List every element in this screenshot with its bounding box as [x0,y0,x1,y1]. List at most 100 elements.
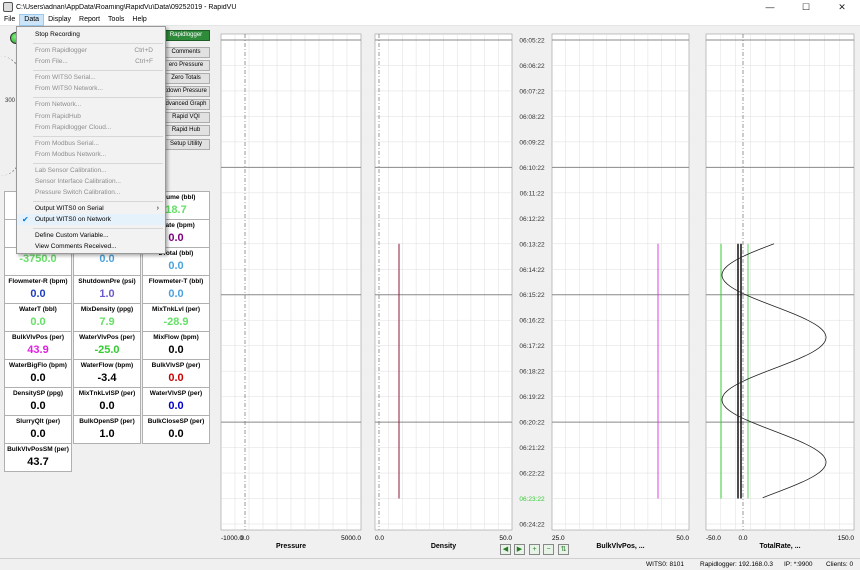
menu-item-sensor-interface-calibration[interactable]: Sensor Interface Calibration... [17,176,165,187]
data-cell-label: SlurryQlt (per) [15,418,61,425]
rapid-hub-button[interactable]: Rapid Hub [162,125,210,136]
data-cell[interactable]: WaterBigFlo (bpm) 0.0 [4,359,72,388]
menu-item-lab-sensor-calibration[interactable]: Lab Sensor Calibration... [17,165,165,176]
menu-item-from-wits0-serial[interactable]: From WITS0 Serial... [17,72,165,83]
pan-right-icon[interactable]: ▶ [514,544,525,555]
data-cell[interactable]: WaterVlvPos (per) -25.0 [73,331,141,360]
minimize-button[interactable]: — [752,0,788,14]
maximize-button[interactable]: ☐ [788,0,824,14]
data-cell[interactable]: MixTnkLvl (per) -28.9 [142,303,210,332]
data-cell-value: 0.0 [168,400,184,412]
advanced-graph-button[interactable]: dvanced Graph [162,99,210,110]
menu-item-label: Stop Recording [35,31,80,38]
time-label: 06:12:22 [519,216,545,223]
menu-item-from-modbus-serial[interactable]: From Modbus Serial... [17,138,165,149]
menu-data[interactable]: Data [19,13,45,26]
data-cell[interactable]: Flowmeter-R (bpm) 0.0 [4,275,72,304]
data-cell[interactable]: WaterFlow (bpm) -3.4 [73,359,141,388]
menu-item-from-rapidhub[interactable]: From RapidHub [17,111,165,122]
menu-display[interactable]: Display [44,14,75,26]
shutdown-pressure-button[interactable]: tdown Pressure [162,86,210,97]
sort-icon[interactable]: ⇅ [558,544,569,555]
data-cell[interactable]: MixTnkLvlSP (per) 0.0 [73,387,141,416]
data-cell[interactable]: BulkVlvPos (per) 43.9 [4,331,72,360]
chart-tracks-svg[interactable]: 06:05:22 06:06:22 06:07:22 06:08:22 06:09:22… [216,26,860,558]
menu-separator [33,43,163,44]
track-name: Density [431,543,456,550]
data-cell-label: WaterT (bbl) [19,306,57,313]
data-cell-value: 0.0 [168,260,184,272]
checkmark-icon: ✔ [22,215,29,224]
menu-file[interactable]: File [0,14,19,26]
data-cell-value: -3750.0 [19,253,57,265]
time-label: 06:21:22 [519,445,545,452]
data-cell-label: MixTnkLvlSP (per) [78,390,136,397]
data-cell[interactable]: SlurryQlt (per) 0.0 [4,415,72,444]
time-label: 06:09:22 [519,139,545,146]
data-cell[interactable]: MixFlow (bpm) 0.0 [142,331,210,360]
comments-button[interactable]: Comments [162,47,210,58]
menu-item-from-network[interactable]: From Network... [17,99,165,110]
zero-pressure-button[interactable]: ero Pressure [162,60,210,71]
menu-item-view-comments[interactable]: View Comments Received... [17,241,165,252]
data-cell-label: BulkVlvPosSM (per) [7,446,69,453]
menu-item-define-custom-variable[interactable]: Define Custom Variable... [17,230,165,241]
status-ip: IP: *:9900 [784,561,813,568]
rapidlogger-button[interactable]: Rapidlogger [162,30,210,41]
menu-item-stop-recording[interactable]: Stop Recording [17,29,165,40]
time-label: 06:11:22 [520,190,545,197]
axis-max-label: 50.0 [499,535,512,542]
pan-left-icon[interactable]: ◀ [500,544,511,555]
zoom-out-icon[interactable]: − [543,544,554,555]
chart-area: 06:05:22 06:06:22 06:07:22 06:08:22 06:09:22… [216,26,860,558]
menu-item-from-file[interactable]: From File... Ctrl+F [17,56,165,67]
zero-totals-button[interactable]: Zero Totals [162,73,210,84]
data-cell-value: 0.0 [30,428,46,440]
data-cell-label: Flowmeter-R (bpm) [8,278,68,285]
menu-item-from-rapidlogger-cloud[interactable]: From Rapidlogger Cloud... [17,122,165,133]
menu-item-output-wits0-serial[interactable]: Output WITS0 on Serial › [17,203,165,214]
data-cell-value: 1.0 [99,428,115,440]
menu-item-output-wits0-network[interactable]: ✔ Output WITS0 on Network [17,214,165,225]
time-label: 06:06:22 [519,63,545,70]
menu-item-label: From WITS0 Network... [35,85,103,92]
time-label: 06:13:22 [519,241,545,248]
menu-item-label: From WITS0 Serial... [35,74,96,81]
data-cell-value: -28.9 [163,316,189,328]
data-cell-value: 0.0 [168,372,184,384]
data-cell[interactable]: WaterT (bbl) 0.0 [4,303,72,332]
data-cell-value: -25.0 [94,344,120,356]
data-cell-value: -3.4 [97,372,117,384]
data-cell[interactable]: BulkOpenSP (per) 1.0 [73,415,141,444]
data-cell[interactable]: WaterVlvSP (per) 0.0 [142,387,210,416]
data-cell[interactable]: MixDensity (ppg) 7.9 [73,303,141,332]
menu-tools[interactable]: Tools [104,14,128,26]
menu-item-label: From Rapidlogger Cloud... [35,124,112,131]
setup-utility-button[interactable]: Setup Utility [162,139,210,150]
data-cell[interactable]: Flowmeter-T (bbl) 0.0 [142,275,210,304]
menu-item-label: Pressure Switch Calibration... [35,189,121,196]
menu-help[interactable]: Help [128,14,150,26]
axis-zero-label: 0.0 [738,535,747,542]
menu-report[interactable]: Report [75,14,104,26]
time-label: 06:14:22 [519,267,545,274]
data-cell[interactable]: BulkVlvPosSM (per) 43.7 [4,443,72,472]
data-cell[interactable]: BulkVlvSP (per) 0.0 [142,359,210,388]
data-cell[interactable]: BulkCloseSP (per) 0.0 [142,415,210,444]
menu-item-label: From File... [35,58,68,65]
menu-item-from-rapidlogger[interactable]: From Rapidlogger Ctrl+D [17,45,165,56]
close-button[interactable]: ✕ [824,0,860,14]
menu-item-from-modbus-network[interactable]: From Modbus Network... [17,149,165,160]
zoom-in-icon[interactable]: + [529,544,540,555]
data-cell-value: 7.9 [99,316,115,328]
data-cell-label: WaterBigFlo (bpm) [9,362,67,369]
menu-item-from-wits0-network[interactable]: From WITS0 Network... [17,83,165,94]
data-cell-value: 0.0 [30,372,46,384]
data-cell[interactable]: ShutdownPre (psi) 1.0 [73,275,141,304]
rapid-vqi-button[interactable]: Rapid VQI [162,112,210,123]
data-cell[interactable]: DensitySP (ppg) 0.0 [4,387,72,416]
menu-item-pressure-switch-calibration[interactable]: Pressure Switch Calibration... [17,187,165,198]
time-label: 06:07:22 [519,88,545,95]
axis-max-label: 5000.0 [341,535,361,542]
data-cell-value: 0.0 [168,288,184,300]
